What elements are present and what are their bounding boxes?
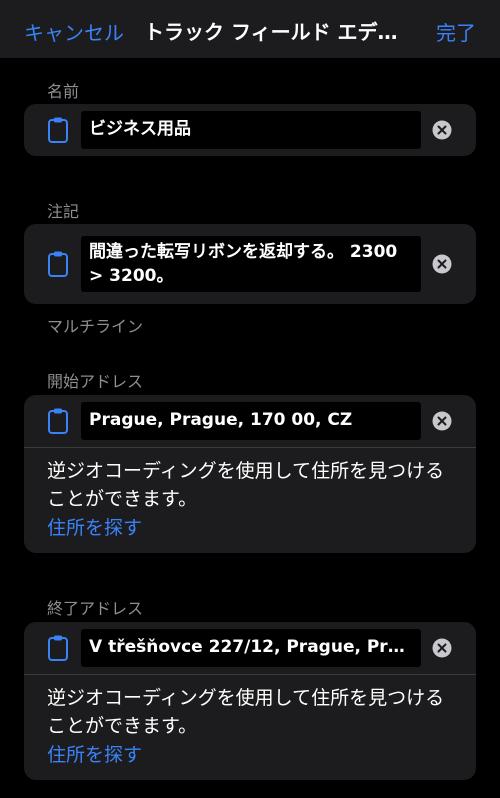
clear-note-button[interactable] xyxy=(432,254,452,274)
geocoding-info-text: 逆ジオコーディングを使用して住所を見つけることができます。 xyxy=(47,687,445,737)
clipboard-icon xyxy=(48,251,68,277)
clipboard-icon xyxy=(48,117,68,143)
note-label: 注記 xyxy=(47,202,80,221)
divider xyxy=(24,447,476,448)
start-address-input[interactable]: Prague, Prague, 170 00, CZ xyxy=(81,402,421,440)
start-address-card: Prague, Prague, 170 00, CZ 逆ジオコーディングを使用し… xyxy=(24,395,476,553)
cancel-button[interactable]: キャンセル xyxy=(24,17,124,46)
find-address-link[interactable]: 住所を探す xyxy=(47,513,142,540)
name-input[interactable]: ビジネス用品 xyxy=(81,111,421,149)
name-label: 名前 xyxy=(47,82,80,101)
geocoding-info-text: 逆ジオコーディングを使用して住所を見つけることができます。 xyxy=(47,460,445,510)
start-address-label: 開始アドレス xyxy=(47,372,144,391)
navigation-bar: キャンセル トラック フィールド エデ… 完了 xyxy=(0,0,500,58)
end-address-input[interactable]: V třešňovce 227/12, Prague, Prague… xyxy=(81,629,421,667)
note-card: 間違った転写リボンを返却する。 2300 > 3200。 xyxy=(24,224,476,304)
end-address-label: 終了アドレス xyxy=(47,599,144,618)
multiline-hint: マルチライン xyxy=(47,317,144,336)
clear-name-button[interactable] xyxy=(432,120,452,140)
clipboard-icon xyxy=(48,635,68,661)
clear-start-address-button[interactable] xyxy=(432,411,452,431)
name-card: ビジネス用品 xyxy=(24,104,476,156)
end-address-card: V třešňovce 227/12, Prague, Prague… 逆ジオコ… xyxy=(24,622,476,780)
page-title: トラック フィールド エデ… xyxy=(144,20,398,44)
done-button[interactable]: 完了 xyxy=(436,17,476,46)
find-address-link[interactable]: 住所を探す xyxy=(47,740,142,767)
note-input[interactable]: 間違った転写リボンを返却する。 2300 > 3200。 xyxy=(81,236,421,292)
clear-end-address-button[interactable] xyxy=(432,638,452,658)
divider xyxy=(24,674,476,675)
clipboard-icon xyxy=(48,408,68,434)
